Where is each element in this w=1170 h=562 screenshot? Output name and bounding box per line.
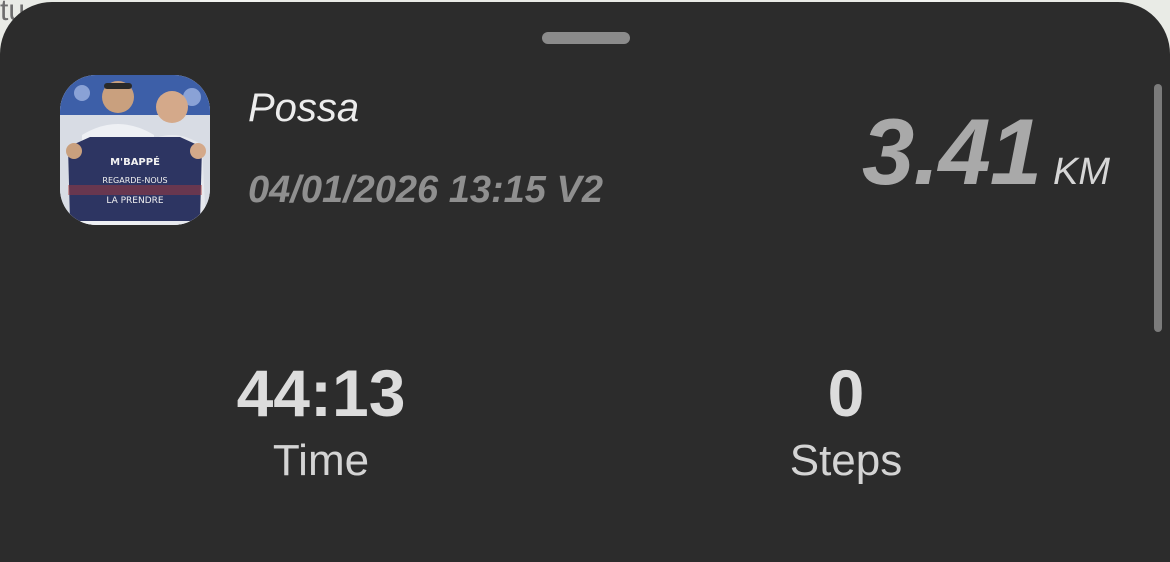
distance-display: 3.41 KM xyxy=(862,98,1110,206)
username: Possa xyxy=(248,86,360,130)
time-label: Time xyxy=(272,436,370,485)
sheet-grabber-handle[interactable] xyxy=(542,32,630,44)
time-value: 44:13 xyxy=(236,356,406,430)
avatar[interactable]: M'BAPPÉ REGARDE-NOUS LA PRENDRE xyxy=(60,75,210,225)
avatar-shirt-line-2: REGARDE-NOUS xyxy=(102,176,167,185)
distance-unit: KM xyxy=(1053,151,1110,193)
avatar-shirt-line-1: M'BAPPÉ xyxy=(110,155,160,168)
stat-steps: 0 Steps xyxy=(696,360,996,486)
steps-value: 0 xyxy=(827,356,865,430)
activity-bottom-sheet: M'BAPPÉ REGARDE-NOUS LA PRENDRE Possa 04… xyxy=(0,2,1170,562)
scrollbar[interactable] xyxy=(1154,84,1162,332)
activity-datetime: 04/01/2026 13:15 V2 xyxy=(248,169,603,211)
avatar-shirt-line-3: LA PRENDRE xyxy=(106,196,164,206)
stat-time: 44:13 Time xyxy=(171,360,471,486)
distance-value: 3.41 xyxy=(862,99,1042,204)
steps-label: Steps xyxy=(789,436,903,485)
